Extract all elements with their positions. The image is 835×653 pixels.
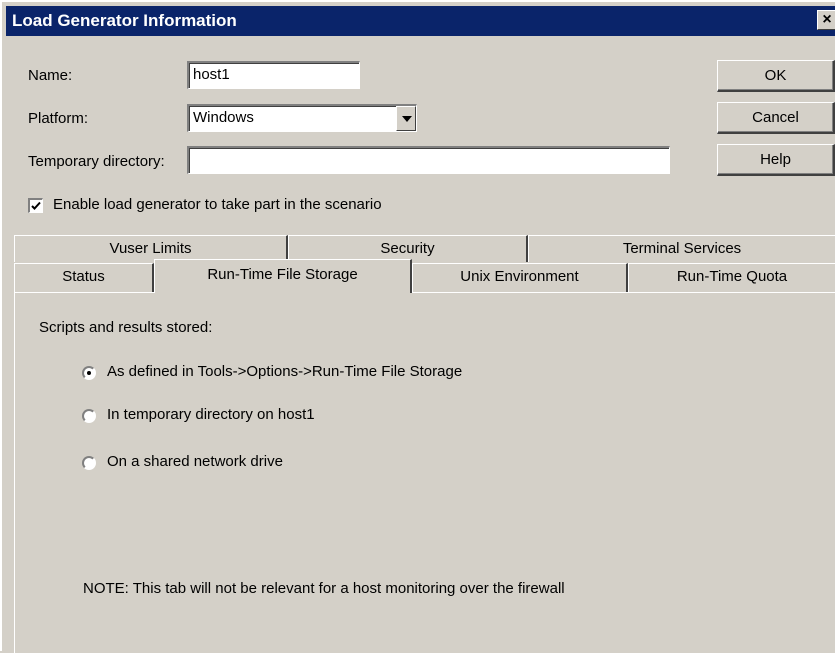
option-shared-network-drive-label[interactable]: On a shared network drive	[107, 453, 283, 470]
tab-vuser-limits[interactable]: Vuser Limits	[14, 235, 288, 262]
tab-security[interactable]: Security	[288, 235, 528, 262]
ok-button[interactable]: OK	[717, 60, 835, 92]
chevron-down-icon[interactable]	[396, 106, 416, 131]
enable-checkbox[interactable]	[28, 198, 43, 213]
name-label: Name:	[28, 67, 73, 84]
tab-status[interactable]: Status	[14, 263, 154, 292]
radio-shared-network-drive[interactable]	[82, 456, 96, 470]
tab-panel-run-time-file-storage: Scripts and results stored: As defined i…	[14, 292, 835, 653]
panel-heading: Scripts and results stored:	[39, 319, 213, 336]
tempdir-label: Temporary directory:	[28, 153, 165, 170]
platform-selected-value: Windows	[193, 109, 254, 126]
tempdir-input[interactable]	[187, 146, 670, 174]
cancel-button[interactable]: Cancel	[717, 102, 835, 134]
close-button[interactable]: ×	[817, 10, 835, 30]
panel-note: NOTE: This tab will not be relevant for …	[83, 580, 565, 597]
window-title: Load Generator Information	[12, 11, 237, 30]
load-generator-dialog: Load Generator Information × Name: host1…	[0, 0, 835, 653]
enable-label[interactable]: Enable load generator to take part in th…	[53, 196, 382, 213]
name-input[interactable]: host1	[187, 61, 360, 89]
help-button[interactable]: Help	[717, 144, 835, 176]
tab-run-time-file-storage[interactable]: Run-Time File Storage	[154, 259, 412, 293]
tab-terminal-services[interactable]: Terminal Services	[528, 235, 835, 262]
option-tools-options-label[interactable]: As defined in Tools->Options->Run-Time F…	[107, 363, 462, 380]
option-temporary-directory-label[interactable]: In temporary directory on host1	[107, 406, 315, 423]
radio-selected-dot	[87, 371, 91, 375]
checkmark-icon	[31, 201, 41, 210]
platform-select[interactable]: Windows	[187, 104, 417, 132]
radio-tools-options[interactable]	[82, 366, 96, 380]
close-icon: ×	[822, 11, 832, 28]
platform-label: Platform:	[28, 110, 89, 127]
tab-run-time-quota[interactable]: Run-Time Quota	[628, 263, 835, 292]
title-bar[interactable]: Load Generator Information ×	[6, 6, 835, 36]
tab-unix-environment[interactable]: Unix Environment	[412, 263, 628, 292]
radio-temporary-directory[interactable]	[82, 409, 96, 423]
